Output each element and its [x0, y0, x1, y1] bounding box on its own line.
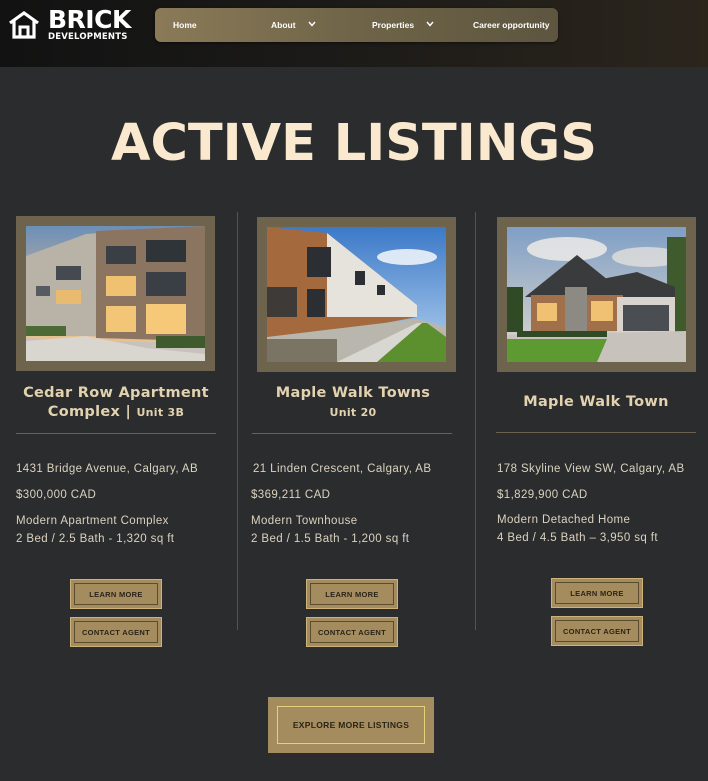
chevron-down-icon[interactable] — [308, 21, 316, 27]
nav-item-home[interactable]: Home — [173, 8, 197, 42]
listing-price: $300,000 CAD — [16, 489, 97, 501]
main-nav: Home About Properties Career opportunity — [155, 8, 558, 42]
contact-agent-label: CONTACT AGENT — [555, 620, 639, 642]
brand-logo[interactable]: BRICK DEVELOPMENTS — [8, 5, 132, 43]
listing-name: Maple Walk Town — [523, 394, 669, 410]
learn-more-button[interactable]: LEARN MORE — [551, 578, 643, 608]
listing-photo-frame — [16, 216, 215, 371]
listing-title[interactable]: Cedar Row Apartment Complex | Unit 3B — [16, 384, 216, 422]
learn-more-button[interactable]: LEARN MORE — [70, 579, 162, 609]
divider — [252, 433, 452, 434]
contact-agent-button[interactable]: CONTACT AGENT — [551, 616, 643, 646]
listing-price: $369,211 CAD — [251, 489, 331, 501]
contact-agent-button[interactable]: CONTACT AGENT — [70, 617, 162, 647]
contact-agent-label: CONTACT AGENT — [74, 621, 158, 643]
listing-specs: 2 Bed / 1.5 Bath - 1,200 sq ft — [251, 533, 410, 545]
nav-item-career-opportunity[interactable]: Career opportunity — [473, 8, 550, 42]
contact-agent-button[interactable]: CONTACT AGENT — [306, 617, 398, 647]
learn-more-label: LEARN MORE — [310, 583, 394, 605]
contact-agent-label: CONTACT AGENT — [310, 621, 394, 643]
learn-more-label: LEARN MORE — [555, 582, 639, 604]
listing-title[interactable]: Maple Walk Town — [496, 393, 696, 412]
brand-subtitle: DEVELOPMENTS — [48, 32, 128, 42]
nav-item-about[interactable]: About — [271, 8, 296, 42]
learn-more-button[interactable]: LEARN MORE — [306, 579, 398, 609]
nav-item-properties[interactable]: Properties — [372, 8, 414, 42]
divider — [16, 433, 216, 434]
listing-unit: Unit 3B — [136, 406, 185, 419]
page-title: ACTIVE LISTINGS — [111, 114, 597, 173]
listing-address: 178 Skyline View SW, Calgary, AB — [497, 463, 685, 475]
listing-specs: 4 Bed / 4.5 Bath – 3,950 sq ft — [497, 532, 658, 544]
divider — [496, 432, 696, 433]
site-header: BRICK DEVELOPMENTS Home About Properties… — [0, 0, 708, 67]
listing-title[interactable]: Maple Walk Towns Unit 20 — [252, 384, 454, 422]
listing-photo-frame — [497, 217, 696, 372]
house-logo-icon — [9, 11, 39, 39]
explore-more-listings-label: EXPLORE MORE LISTINGS — [277, 706, 425, 744]
listing-address: 1431 Bridge Avenue, Calgary, AB — [16, 463, 199, 475]
listing-type: Modern Townhouse — [251, 515, 358, 527]
column-divider — [475, 212, 476, 630]
chevron-down-icon[interactable] — [426, 21, 434, 27]
listing-photo-apartment[interactable] — [26, 226, 205, 361]
listing-type: Modern Detached Home — [497, 514, 631, 526]
listing-name: Maple Walk Towns — [275, 385, 431, 401]
listing-address: 21 Linden Crescent, Calgary, AB — [253, 463, 432, 475]
column-divider — [237, 212, 238, 630]
brand-name: BRICK — [48, 5, 131, 34]
listing-unit: Unit 20 — [329, 406, 377, 419]
listing-specs: 2 Bed / 2.5 Bath - 1,320 sq ft — [16, 533, 175, 545]
listing-photo-townhouse[interactable] — [267, 227, 446, 362]
listing-photo-frame — [257, 217, 456, 372]
explore-more-listings-button[interactable]: EXPLORE MORE LISTINGS — [268, 697, 434, 753]
learn-more-label: LEARN MORE — [74, 583, 158, 605]
listing-photo-detached-home[interactable] — [507, 227, 686, 362]
listing-type: Modern Apartment Complex — [16, 515, 169, 527]
listing-price: $1,829,900 CAD — [497, 489, 588, 501]
